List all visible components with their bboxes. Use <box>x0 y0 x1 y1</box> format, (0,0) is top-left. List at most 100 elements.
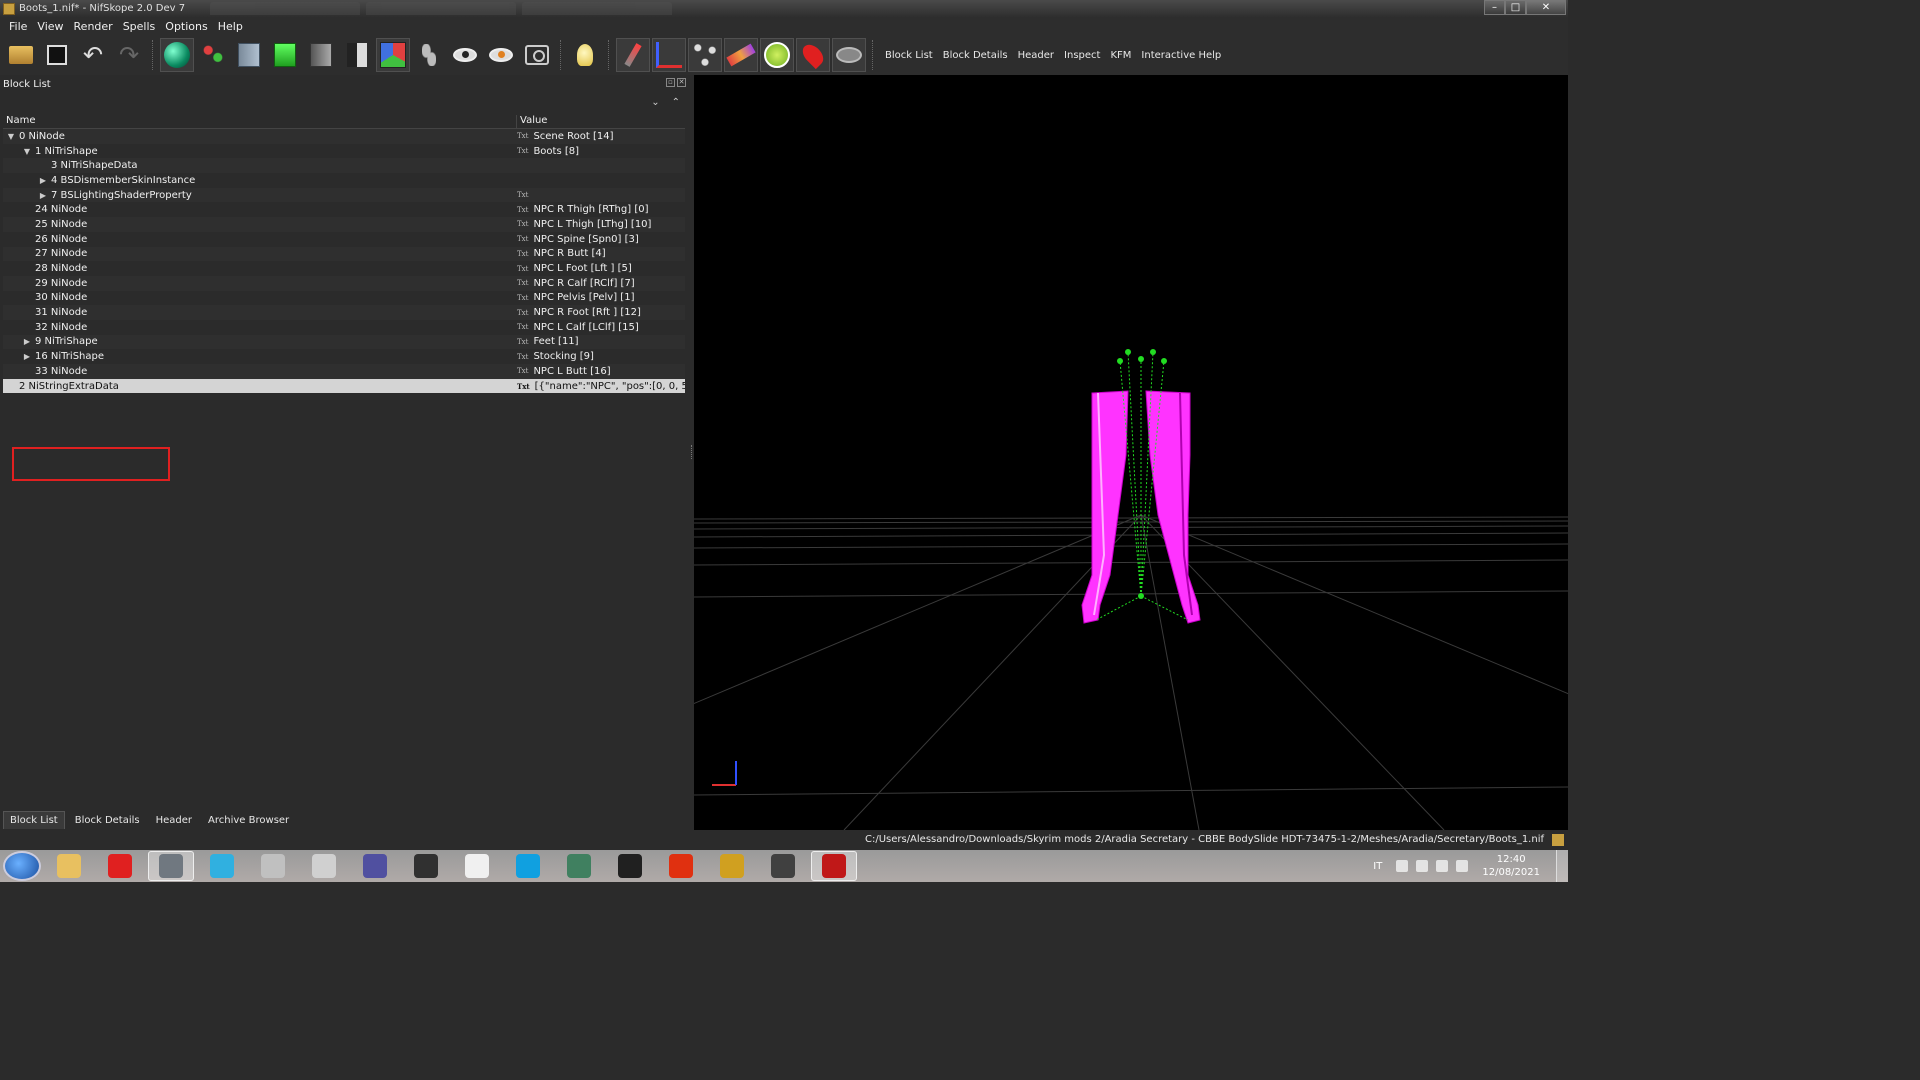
menu-view[interactable]: View <box>32 20 68 33</box>
network-icon[interactable] <box>1436 860 1449 872</box>
tree-row[interactable]: 3 NiTriShapeData <box>3 158 685 174</box>
taskbar-nmm[interactable] <box>607 851 653 881</box>
expand-arrow-icon[interactable]: ▼ <box>22 147 32 156</box>
expand-arrow-icon[interactable]: ▶ <box>22 337 32 346</box>
toolbar-interactive-help[interactable]: Interactive Help <box>1136 50 1226 61</box>
volume-icon[interactable] <box>1416 860 1429 872</box>
tree-row[interactable]: 29 NiNode Txt NPC R Calf [RClf] [7] <box>3 275 685 291</box>
taskbar-explorer[interactable] <box>46 851 92 881</box>
tray-arrow-icon[interactable] <box>1396 860 1409 872</box>
select-object-button[interactable] <box>160 38 194 72</box>
expand-arrow-icon[interactable]: ▶ <box>38 191 48 200</box>
start-button[interactable] <box>3 851 41 881</box>
tree-row[interactable]: ▶ 7 BSLightingShaderProperty Txt <box>3 187 685 203</box>
tree-row[interactable]: 31 NiNode Txt NPC R Foot [Rft ] [12] <box>3 305 685 320</box>
taskbar-nifskope[interactable] <box>148 851 194 881</box>
tree-row[interactable]: 26 NiNode Txt NPC Spine [Spn0] [3] <box>3 232 685 247</box>
menu-spells[interactable]: Spells <box>118 20 161 33</box>
language-indicator[interactable]: IT <box>1373 861 1382 872</box>
taskbar-people[interactable] <box>454 851 500 881</box>
toolbar-block-details[interactable]: Block Details <box>938 50 1013 61</box>
show-constraints-button[interactable] <box>724 38 758 72</box>
size-grip-icon[interactable] <box>1552 834 1564 846</box>
close-button[interactable]: ✕ <box>1526 0 1566 15</box>
taskbar-monitor[interactable] <box>556 851 602 881</box>
view-top-button[interactable] <box>232 38 266 72</box>
show-nodes-button[interactable] <box>688 38 722 72</box>
tree-row[interactable]: ▼ 1 NiTriShape Txt Boots [8] <box>3 144 685 159</box>
show-collision-button[interactable] <box>760 38 794 72</box>
tree-row[interactable]: 32 NiNode Txt NPC L Calf [LClf] [15] <box>3 320 685 335</box>
3d-viewport[interactable] <box>694 75 1568 830</box>
collapse-all-button[interactable]: ⌄ <box>651 97 659 108</box>
taskbar-archive[interactable] <box>709 851 755 881</box>
view-front-button[interactable] <box>268 38 302 72</box>
show-markers-button[interactable] <box>616 38 650 72</box>
close-panel-button[interactable]: ✕ <box>677 78 686 87</box>
tree-row[interactable]: 30 NiNode Txt NPC Pelvis [Pelv] [1] <box>3 291 685 306</box>
undo-button[interactable]: ↶ <box>76 38 110 72</box>
menu-options[interactable]: Options <box>160 20 212 33</box>
maximize-button[interactable]: □ <box>1505 0 1526 15</box>
show-hidden-button[interactable] <box>448 38 482 72</box>
flag-icon[interactable] <box>1456 860 1469 872</box>
toolbar-inspect[interactable]: Inspect <box>1059 50 1105 61</box>
taskbar-bracket[interactable] <box>760 851 806 881</box>
ghost-tab <box>210 2 360 15</box>
show-hidden-objects-button[interactable] <box>832 38 866 72</box>
taskbar-ffdec[interactable] <box>301 851 347 881</box>
taskbar-spider[interactable] <box>403 851 449 881</box>
tree-row-selected[interactable]: 2 NiStringExtraData Txt [{"name":"NPC", "p… <box>3 378 685 394</box>
tree-row[interactable]: ▶ 4 BSDismemberSkinInstance <box>3 173 685 188</box>
column-name-header[interactable]: Name <box>3 115 517 128</box>
clock[interactable]: 12:40 12/08/2021 <box>1482 853 1540 879</box>
walk-mode-button[interactable] <box>412 38 446 72</box>
column-value-header[interactable]: Value <box>517 115 547 128</box>
taskbar-skype[interactable] <box>505 851 551 881</box>
tab-archive-browser[interactable]: Archive Browser <box>202 812 295 829</box>
tree-row[interactable]: ▶ 9 NiTriShape Txt Feet [11] <box>3 334 685 350</box>
save-button[interactable] <box>40 38 74 72</box>
toolbar-block-list[interactable]: Block List <box>880 50 938 61</box>
view-side-button[interactable] <box>304 38 338 72</box>
tree-row[interactable]: 25 NiNode Txt NPC L Thigh [LThg] [10] <box>3 217 685 232</box>
expand-arrow-icon[interactable]: ▶ <box>38 176 48 185</box>
tab-header[interactable]: Header <box>150 812 198 829</box>
float-panel-button[interactable]: ▫ <box>666 78 675 87</box>
expand-all-button[interactable]: ⌃ <box>672 97 680 108</box>
lighting-button[interactable] <box>568 38 602 72</box>
taskbar-music[interactable] <box>199 851 245 881</box>
load-button[interactable] <box>4 38 38 72</box>
minimize-button[interactable]: – <box>1484 0 1505 15</box>
tree-row[interactable]: 24 NiNode Txt NPC R Thigh [RThg] [0] <box>3 202 685 217</box>
toolbar-header[interactable]: Header <box>1013 50 1059 61</box>
menu-render[interactable]: Render <box>69 20 118 33</box>
menu-file[interactable]: File <box>4 20 32 33</box>
tab-block-details[interactable]: Block Details <box>69 812 146 829</box>
tree-row[interactable]: 33 NiNode Txt NPC L Butt [16] <box>3 364 685 379</box>
tree-row[interactable]: 28 NiNode Txt NPC L Foot [Lft ] [5] <box>3 261 685 276</box>
show-hidden-alt-button[interactable] <box>484 38 518 72</box>
screenshot-button[interactable] <box>520 38 554 72</box>
select-vertex-button[interactable] <box>196 38 230 72</box>
expand-arrow-icon[interactable]: ▶ <box>22 352 32 361</box>
tree-row[interactable]: ▼ 0 NiNode Txt Scene Root [14] <box>3 129 685 144</box>
view-flip-button[interactable] <box>340 38 374 72</box>
tree-row[interactable]: 27 NiNode Txt NPC R Butt [4] <box>3 246 685 262</box>
taskbar-f-app[interactable] <box>658 851 704 881</box>
opera-icon <box>108 854 132 878</box>
redo-button[interactable]: ↷ <box>112 38 146 72</box>
taskbar-pen[interactable] <box>352 851 398 881</box>
expand-arrow-icon[interactable]: ▼ <box>6 132 16 141</box>
show-havok-button[interactable] <box>796 38 830 72</box>
taskbar-opera[interactable] <box>97 851 143 881</box>
tree-row[interactable]: ▶ 16 NiTriShape Txt Stocking [9] <box>3 349 685 364</box>
view-perspective-button[interactable] <box>376 38 410 72</box>
show-desktop-button[interactable] <box>1556 850 1568 882</box>
tab-block-list[interactable]: Block List <box>3 811 65 829</box>
show-axes-button[interactable] <box>652 38 686 72</box>
taskbar-opera-2[interactable] <box>811 851 857 881</box>
toolbar-kfm[interactable]: KFM <box>1105 50 1136 61</box>
menu-help[interactable]: Help <box>213 20 248 33</box>
taskbar-speaker[interactable] <box>250 851 296 881</box>
